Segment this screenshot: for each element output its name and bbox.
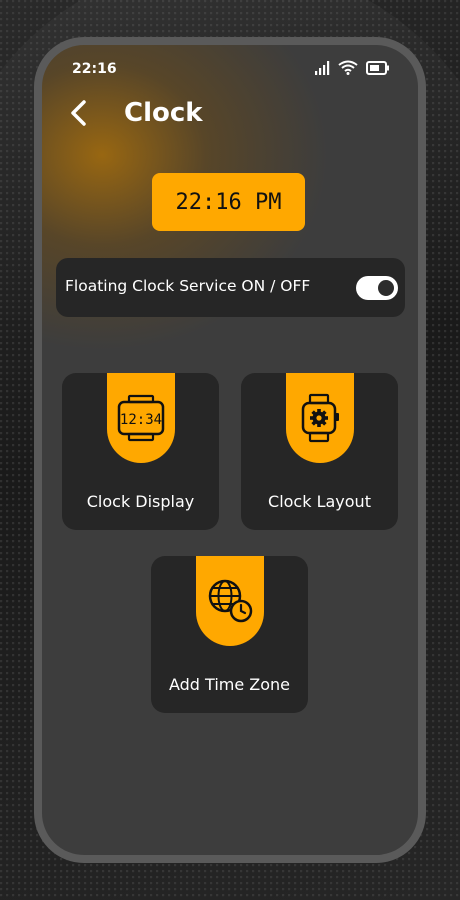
digital-clock-icon: 12:34 xyxy=(117,394,165,442)
status-time: 22:16 xyxy=(72,61,117,77)
back-button[interactable] xyxy=(66,97,96,131)
status-bar: 22:16 xyxy=(42,45,418,89)
add-time-zone-icon-tab xyxy=(196,556,264,646)
clock-layout-card[interactable]: Clock Layout xyxy=(241,373,398,530)
clock-display-label: Clock Display xyxy=(86,492,195,511)
page-title: Clock xyxy=(124,98,203,128)
clock-layout-label: Clock Layout xyxy=(268,492,371,511)
watch-settings-icon xyxy=(301,393,339,443)
clock-display-icon-tab: 12:34 xyxy=(107,373,175,463)
toggle-knob xyxy=(378,280,394,296)
floating-clock-service-toggle[interactable] xyxy=(356,276,398,300)
digital-clock-icon-text: 12:34 xyxy=(120,412,162,428)
battery-icon xyxy=(366,60,389,75)
app-header: Clock xyxy=(42,95,418,135)
globe-clock-icon xyxy=(208,579,253,623)
floating-clock-service-label: Floating Clock Service ON / OFF xyxy=(65,277,311,295)
phone-frame: 22:16 Clock 22:16 PM Floating Clock Serv… xyxy=(34,37,426,863)
back-arrow-icon xyxy=(71,100,86,126)
add-time-zone-card[interactable]: Add Time Zone xyxy=(151,556,308,713)
clock-time-display: 22:16 PM xyxy=(152,173,305,231)
clock-display-card[interactable]: 12:34 Clock Display xyxy=(62,373,219,530)
floating-clock-service-row: Floating Clock Service ON / OFF xyxy=(56,258,405,317)
wifi-icon xyxy=(338,60,358,75)
add-time-zone-label: Add Time Zone xyxy=(168,675,291,694)
clock-layout-icon-tab xyxy=(286,373,354,463)
status-icons xyxy=(314,60,390,75)
signal-icon xyxy=(315,60,330,75)
